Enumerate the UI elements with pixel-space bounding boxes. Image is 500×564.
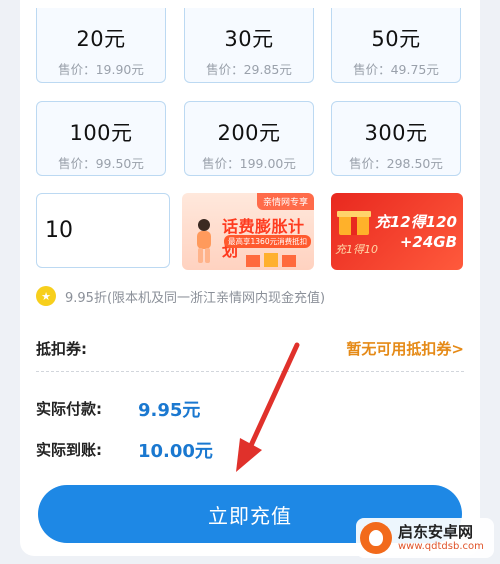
- divider: [36, 371, 464, 372]
- discount-note-text: 9.95折(限本机及同一浙江亲情网内现金充值): [65, 290, 326, 306]
- package-tile-20[interactable]: 20元 售价：19.90元: [36, 8, 166, 83]
- package-amount: 50元: [371, 27, 421, 51]
- recharge-card: [20, 0, 480, 556]
- package-price: 售价：99.50元: [58, 156, 144, 171]
- package-tile-100[interactable]: 100元 售价：99.50元: [36, 101, 166, 176]
- actual-pay-label: 实际付款:: [36, 400, 102, 418]
- package-price: 售价：199.00元: [202, 156, 296, 171]
- promo-banner-inflation-plan[interactable]: 亲情网专享 话费膨胀计划 最高享1360元消费抵扣: [182, 193, 314, 270]
- recharge-now-label: 立即充值: [208, 503, 292, 528]
- package-tile-50[interactable]: 50元 售价：49.75元: [331, 8, 461, 83]
- woman-figure-icon: [197, 219, 211, 263]
- gift-boxes-icon: [246, 253, 296, 267]
- promo-subtitle: +24GB: [399, 233, 457, 251]
- package-amount: 200元: [217, 121, 281, 145]
- watermark: 启东安卓网 www.qdtdsb.com: [356, 518, 494, 558]
- actual-receive-value: 10.00元: [138, 441, 213, 462]
- package-tile-30[interactable]: 30元 售价：29.85元: [184, 8, 314, 83]
- watermark-logo-icon: [360, 522, 392, 554]
- package-tile-200[interactable]: 200元 售价：199.00元: [184, 101, 314, 176]
- coupon-selector-link[interactable]: 暂无可用抵扣券>: [346, 338, 464, 359]
- promo-title: 充12得120: [374, 213, 457, 231]
- package-amount: 100元: [69, 121, 133, 145]
- package-price: 售价：49.75元: [353, 62, 439, 77]
- custom-amount-input[interactable]: 10: [36, 193, 170, 268]
- package-amount: 30元: [224, 27, 274, 51]
- coupon-label: 抵扣券:: [36, 340, 87, 358]
- package-amount: 300元: [364, 121, 428, 145]
- package-price: 售价：298.50元: [349, 156, 443, 171]
- gift-box-icon: [337, 211, 371, 235]
- promo-banner-recharge-bonus[interactable]: 充1得10 充12得120 +24GB: [331, 193, 463, 270]
- coin-icon: ★: [36, 286, 56, 306]
- actual-receive-label: 实际到账:: [36, 441, 102, 459]
- package-price: 售价：19.90元: [58, 62, 144, 77]
- watermark-title: 启东安卓网: [398, 523, 474, 541]
- package-price: 售价：29.85元: [206, 62, 292, 77]
- actual-pay-value: 9.95元: [138, 400, 201, 421]
- promo-side-text: 充1得10: [335, 243, 378, 256]
- promo-subtitle: 最高享1360元消费抵扣: [224, 235, 312, 248]
- promo-tag: 亲情网专享: [256, 193, 314, 210]
- discount-note: ★ 9.95折(限本机及同一浙江亲情网内现金充值): [36, 286, 325, 306]
- watermark-url: www.qdtdsb.com: [398, 541, 484, 552]
- package-amount: 20元: [76, 27, 126, 51]
- package-tile-300[interactable]: 300元 售价：298.50元: [331, 101, 461, 176]
